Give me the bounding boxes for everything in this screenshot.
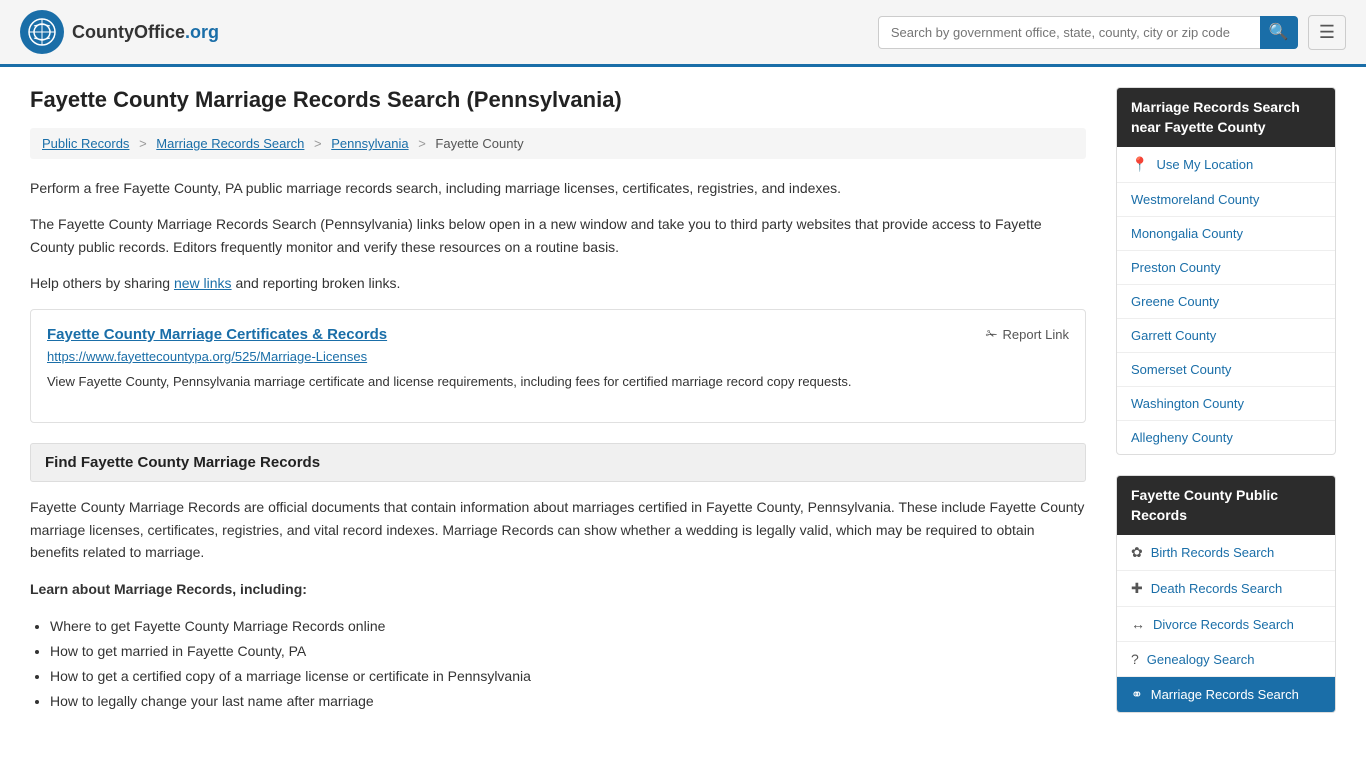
breadcrumb-sep-2: >: [314, 136, 322, 151]
somerset-label: Somerset County: [1131, 362, 1231, 377]
death-records-icon: ✚: [1131, 580, 1143, 597]
search-icon: 🔍: [1269, 22, 1289, 42]
section-box: Find Fayette County Marriage Records: [30, 443, 1086, 482]
death-records-label: Death Records Search: [1151, 581, 1283, 596]
link-card: Fayette County Marriage Certificates & R…: [30, 309, 1086, 424]
list-item: How to get married in Fayette County, PA: [50, 639, 1086, 664]
nearby-counties-body: 📍 Use My Location Westmoreland County Mo…: [1117, 147, 1335, 454]
intro-paragraph-2: The Fayette County Marriage Records Sear…: [30, 213, 1086, 258]
sidebar-westmoreland[interactable]: Westmoreland County: [1117, 183, 1335, 217]
public-records-card: Fayette County Public Records ✿ Birth Re…: [1116, 475, 1336, 713]
death-records-link[interactable]: ✚ Death Records Search: [1117, 571, 1335, 607]
sidebar-washington[interactable]: Washington County: [1117, 387, 1335, 421]
link-card-title[interactable]: Fayette County Marriage Certificates & R…: [47, 326, 387, 343]
content-area: Fayette County Marriage Records Search (…: [30, 87, 1086, 733]
sidebar-somerset[interactable]: Somerset County: [1117, 353, 1335, 387]
breadcrumb-sep-3: >: [418, 136, 426, 151]
divorce-records-link[interactable]: ↔ Divorce Records Search: [1117, 607, 1335, 642]
intro3-prefix: Help others by sharing: [30, 275, 174, 291]
breadcrumb-current: Fayette County: [435, 136, 523, 151]
breadcrumb-marriage-records[interactable]: Marriage Records Search: [156, 136, 304, 151]
search-box-wrapper: 🔍: [878, 16, 1298, 49]
use-my-location-label: Use My Location: [1156, 157, 1253, 172]
sidebar-garrett[interactable]: Garrett County: [1117, 319, 1335, 353]
birth-records-label: Birth Records Search: [1151, 545, 1275, 560]
marriage-records-label: Marriage Records Search: [1151, 687, 1299, 702]
logo-icon: [20, 10, 64, 54]
logo-area: CountyOffice.org: [20, 10, 219, 54]
birth-records-icon: ✿: [1131, 544, 1143, 561]
westmoreland-label: Westmoreland County: [1131, 192, 1259, 207]
divorce-records-icon: ↔: [1131, 616, 1145, 632]
report-icon: ✁: [986, 326, 998, 343]
nearby-counties-card: Marriage Records Search near Fayette Cou…: [1116, 87, 1336, 455]
preston-label: Preston County: [1131, 260, 1221, 275]
washington-label: Washington County: [1131, 396, 1244, 411]
search-input[interactable]: [878, 16, 1298, 49]
link-card-desc: View Fayette County, Pennsylvania marria…: [47, 372, 1069, 393]
section-box-title: Find Fayette County Marriage Records: [45, 454, 320, 471]
marriage-records-icon: ⚭: [1131, 686, 1143, 703]
link-card-header: Fayette County Marriage Certificates & R…: [47, 326, 1069, 343]
intro-paragraph-3: Help others by sharing new links and rep…: [30, 272, 1086, 294]
breadcrumb-public-records[interactable]: Public Records: [42, 136, 129, 151]
breadcrumb-pennsylvania[interactable]: Pennsylvania: [331, 136, 408, 151]
section-body: Fayette County Marriage Records are offi…: [30, 496, 1086, 563]
search-button[interactable]: 🔍: [1260, 16, 1298, 49]
allegheny-label: Allegheny County: [1131, 430, 1233, 445]
genealogy-icon: ?: [1131, 651, 1139, 667]
page-title: Fayette County Marriage Records Search (…: [30, 87, 1086, 113]
intro3-suffix: and reporting broken links.: [232, 275, 401, 291]
genealogy-link[interactable]: ? Genealogy Search: [1117, 642, 1335, 677]
link-card-url[interactable]: https://www.fayettecountypa.org/525/Marr…: [47, 349, 1069, 364]
monongalia-label: Monongalia County: [1131, 226, 1243, 241]
garrett-label: Garrett County: [1131, 328, 1216, 343]
sidebar: Marriage Records Search near Fayette Cou…: [1116, 87, 1336, 733]
nearby-counties-header: Marriage Records Search near Fayette Cou…: [1117, 88, 1335, 147]
sidebar-preston[interactable]: Preston County: [1117, 251, 1335, 285]
content-section: Fayette County Marriage Records are offi…: [30, 496, 1086, 714]
bullet-list: Where to get Fayette County Marriage Rec…: [50, 614, 1086, 715]
public-records-body: ✿ Birth Records Search ✚ Death Records S…: [1117, 535, 1335, 712]
birth-records-link[interactable]: ✿ Birth Records Search: [1117, 535, 1335, 571]
greene-label: Greene County: [1131, 294, 1219, 309]
location-icon: 📍: [1131, 156, 1148, 173]
learn-label: Learn about Marriage Records, including:: [30, 578, 1086, 600]
new-links-link[interactable]: new links: [174, 275, 232, 291]
list-item: How to get a certified copy of a marriag…: [50, 664, 1086, 689]
logo-text[interactable]: CountyOffice.org: [72, 22, 219, 43]
breadcrumb-sep-1: >: [139, 136, 147, 151]
report-link-label: Report Link: [1003, 327, 1069, 342]
sidebar-monongalia[interactable]: Monongalia County: [1117, 217, 1335, 251]
intro-paragraph-1: Perform a free Fayette County, PA public…: [30, 177, 1086, 199]
hamburger-button[interactable]: ☰: [1308, 15, 1346, 50]
list-item: How to legally change your last name aft…: [50, 689, 1086, 714]
marriage-records-link[interactable]: ⚭ Marriage Records Search: [1117, 677, 1335, 712]
header: CountyOffice.org 🔍 ☰: [0, 0, 1366, 67]
divorce-records-label: Divorce Records Search: [1153, 617, 1294, 632]
report-link-button[interactable]: ✁ Report Link: [986, 326, 1069, 343]
search-area: 🔍 ☰: [878, 15, 1346, 50]
sidebar-allegheny[interactable]: Allegheny County: [1117, 421, 1335, 454]
public-records-header: Fayette County Public Records: [1117, 476, 1335, 535]
sidebar-greene[interactable]: Greene County: [1117, 285, 1335, 319]
use-my-location-link[interactable]: 📍 Use My Location: [1117, 147, 1335, 183]
main-container: Fayette County Marriage Records Search (…: [0, 67, 1366, 753]
breadcrumb: Public Records > Marriage Records Search…: [30, 128, 1086, 159]
genealogy-label: Genealogy Search: [1147, 652, 1255, 667]
list-item: Where to get Fayette County Marriage Rec…: [50, 614, 1086, 639]
